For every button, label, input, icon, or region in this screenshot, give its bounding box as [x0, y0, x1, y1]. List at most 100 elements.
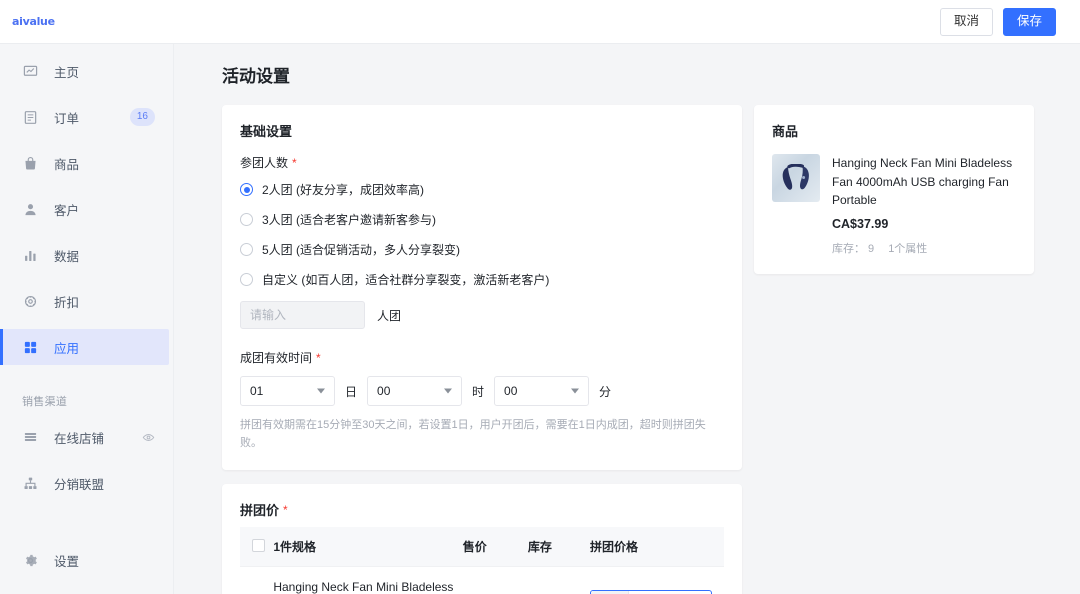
discount-gear-icon — [22, 293, 38, 309]
row-stock-cell: 9 — [527, 566, 590, 594]
group-price-title-row: 拼团价 * — [240, 500, 724, 519]
row-price-cell: CA$37.99 — [462, 566, 528, 594]
group-price-input-wrap[interactable]: CAD — [590, 590, 712, 594]
sidebar-item-discounts[interactable]: 折扣 — [0, 283, 173, 319]
chevron-down-icon — [571, 388, 580, 394]
radio-option-label: 3人团 (适合老客户邀请新客参与) — [262, 213, 437, 227]
sidebar-item-apps[interactable]: 应用 — [0, 329, 169, 365]
home-dashboard-icon — [22, 63, 38, 79]
affiliate-icon — [22, 475, 38, 491]
custom-participants-input[interactable] — [240, 301, 365, 329]
column-header-price: 售价 — [462, 527, 528, 568]
column-header-stock: 库存 — [527, 527, 590, 568]
sidebar-item-home[interactable]: 主页 — [0, 53, 173, 89]
apps-grid-icon — [22, 339, 38, 355]
eye-icon[interactable] — [142, 431, 155, 444]
product-attrs: 1个属性 — [888, 242, 928, 255]
sidebar-item-label: 折扣 — [54, 295, 80, 310]
sidebar-item-analytics[interactable]: 数据 — [0, 237, 173, 273]
product-bag-icon — [22, 155, 38, 171]
product-price: CA$37.99 — [832, 216, 889, 231]
basic-settings-title: 基础设置 — [240, 124, 293, 139]
radio-option-custom[interactable]: 自定义 (如百人团，适合社群分享裂变，激活新老客户) — [240, 271, 724, 288]
radio-option-label: 自定义 (如百人团，适合社群分享裂变，激活新老客户) — [262, 273, 550, 287]
custom-size-row: 人团 — [240, 301, 724, 329]
radio-indicator[interactable] — [240, 243, 253, 256]
required-mark: * — [316, 350, 321, 365]
sidebar-item-customers[interactable]: 客户 — [0, 191, 173, 227]
top-bar-actions: 取消 保存 — [939, 7, 1080, 36]
chevron-down-icon — [317, 388, 325, 394]
left-column: 基础设置 参团人数 * 2人团 (好友分享，成团效率高) 3人团 (适合老客户邀… — [222, 105, 742, 594]
content-columns: 基础设置 参团人数 * 2人团 (好友分享，成团效率高) 3人团 (适合老客户邀… — [174, 87, 1080, 594]
sidebar-item-settings[interactable]: 设置 — [0, 542, 173, 578]
sidebar-item-affiliate[interactable]: 分销联盟 — [0, 465, 173, 501]
radio-indicator[interactable] — [240, 213, 253, 226]
orders-badge: 16 — [129, 108, 155, 126]
participants-label: 参团人数 — [240, 156, 289, 170]
sidebar-section-title: 销售渠道 — [22, 396, 68, 408]
column-header-group-price: 拼团价格 — [590, 527, 724, 568]
hours-select[interactable]: 00 — [367, 376, 463, 406]
radio-option-5people[interactable]: 5人团 (适合促销活动，多人分享裂变) — [240, 241, 724, 258]
days-unit: 日 — [345, 384, 358, 399]
product-info: Hanging Neck Fan Mini Bladeless Fan 4000… — [832, 154, 1016, 256]
product-meta: 库存： 9 1个属性 — [832, 240, 1016, 256]
chevron-down-icon — [444, 388, 453, 394]
hours-select-value: 00 — [377, 384, 391, 398]
customer-icon — [22, 201, 38, 217]
sidebar-item-label: 客户 — [54, 203, 80, 218]
brand-logo: aivalue — [12, 15, 55, 28]
radio-option-2people[interactable]: 2人团 (好友分享，成团效率高) — [240, 181, 724, 198]
radio-option-3people[interactable]: 3人团 (适合老客户邀请新客参与) — [240, 211, 724, 228]
sidebar: 主页 订单 16 商品 客户 数据 折扣 应用 销售渠道 在线店铺 分销联盟 设… — [0, 44, 174, 594]
group-price-card: 拼团价 * 1件规格 售价 库存 拼团价格 Hanging Neck Fan M… — [222, 484, 742, 594]
product-card: 商品 Hanging Neck Fan Mini Bladeless Fan 4… — [754, 105, 1034, 274]
days-select-value: 01 — [250, 384, 264, 398]
top-bar: aivalue 取消 保存 — [0, 0, 1080, 44]
required-mark: * — [292, 155, 297, 170]
sidebar-item-label: 分销联盟 — [54, 477, 105, 492]
valid-time-row: 01 日 00 时 00 分 — [240, 376, 724, 406]
sidebar-item-label: 订单 — [54, 111, 80, 126]
sidebar-item-label: 在线店铺 — [54, 431, 105, 446]
sidebar-item-label: 商品 — [54, 157, 80, 172]
main-content: 活动设置 基础设置 参团人数 * 2人团 (好友分享，成团效率高) 3人团 (适… — [174, 44, 1080, 594]
participants-label-row: 参团人数 * — [240, 154, 724, 171]
row-group-price-cell: CAD — [590, 566, 724, 594]
minutes-unit: 分 — [599, 384, 612, 399]
radio-indicator[interactable] — [240, 183, 253, 196]
radio-indicator[interactable] — [240, 273, 253, 286]
radio-option-label: 5人团 (适合促销活动，多人分享裂变) — [262, 243, 461, 257]
product-name: Hanging Neck Fan Mini Bladeless Fan 4000… — [832, 156, 1013, 208]
table-body: Hanging Neck Fan Mini Bladeless Fan 4000… — [240, 566, 724, 594]
minutes-select[interactable]: 00 — [494, 376, 590, 406]
table-header-row: 1件规格 售价 库存 拼团价格 — [240, 527, 724, 568]
sidebar-item-products[interactable]: 商品 — [0, 145, 173, 181]
select-all-checkbox[interactable] — [252, 538, 265, 552]
logo-container[interactable]: aivalue — [0, 0, 174, 44]
group-price-title: 拼团价 — [240, 503, 280, 519]
right-column: 商品 Hanging Neck Fan Mini Bladeless Fan 4… — [754, 105, 1034, 288]
app-root: aivalue 取消 保存 主页 订单 16 商品 客户 数据 折扣 应用 销售… — [0, 0, 1080, 594]
settings-gear-icon — [22, 552, 38, 568]
cancel-button[interactable]: 取消 — [939, 7, 993, 36]
save-button[interactable]: 保存 — [1002, 7, 1056, 36]
sidebar-item-label: 主页 — [54, 65, 80, 80]
table-head: 1件规格 售价 库存 拼团价格 — [240, 527, 724, 568]
product-card-title: 商品 — [772, 124, 799, 139]
sidebar-item-online-store[interactable]: 在线店铺 — [0, 419, 173, 455]
sidebar-nav-list: 主页 订单 16 商品 客户 数据 折扣 应用 销售渠道 在线店铺 分销联盟 — [0, 44, 173, 511]
analytics-icon — [22, 247, 38, 263]
row-spec-name: Hanging Neck Fan Mini Bladeless Fan 4000… — [273, 580, 454, 594]
custom-participants-unit: 人团 — [377, 308, 402, 323]
sidebar-item-label: 数据 — [54, 249, 80, 264]
sidebar-footer: 设置 — [0, 542, 173, 594]
row-select-cell — [240, 566, 274, 594]
group-price-table: 1件规格 售价 库存 拼团价格 Hanging Neck Fan Mini Bl… — [240, 527, 724, 594]
sidebar-item-orders[interactable]: 订单 16 — [0, 99, 173, 135]
sidebar-item-label: 设置 — [54, 554, 80, 569]
required-mark: * — [283, 502, 288, 517]
product-thumbnail[interactable] — [772, 154, 820, 202]
days-select[interactable]: 01 — [240, 376, 335, 406]
